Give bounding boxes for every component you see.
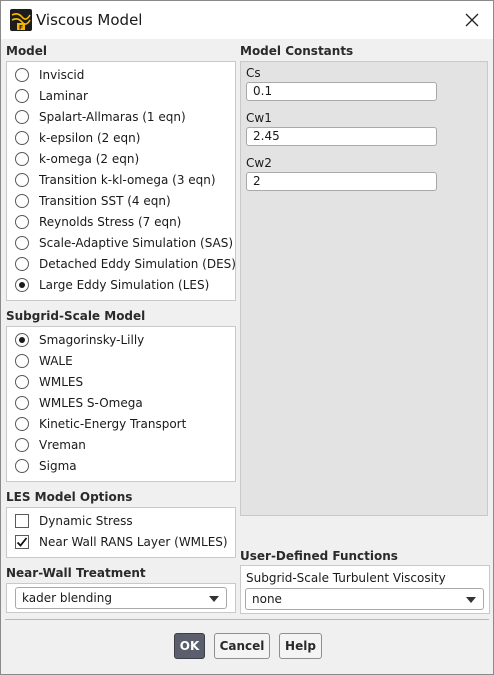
- subgrid-option-kinetic-energy-transport[interactable]: Kinetic-Energy Transport: [15, 414, 186, 434]
- close-button[interactable]: [456, 5, 488, 35]
- chevron-down-icon: [466, 597, 476, 603]
- model-option-laminar[interactable]: Laminar: [15, 86, 88, 106]
- option-label: Scale-Adaptive Simulation (SAS): [39, 236, 234, 250]
- radio-button-selected[interactable]: [15, 278, 29, 292]
- subgrid-option-vreman[interactable]: Vreman: [15, 435, 86, 455]
- model-option-sas[interactable]: Scale-Adaptive Simulation (SAS): [15, 233, 233, 253]
- chevron-down-icon: [209, 596, 219, 602]
- radio-button[interactable]: [15, 194, 29, 208]
- option-label: Reynolds Stress (7 eqn): [39, 215, 182, 229]
- checkmark-icon: [16, 537, 28, 547]
- model-option-les[interactable]: Large Eddy Simulation (LES): [15, 275, 209, 295]
- udf-group: Subgrid-Scale Turbulent Viscosity none: [240, 565, 490, 614]
- close-icon: [465, 13, 479, 27]
- radio-button[interactable]: [15, 173, 29, 187]
- near-wall-group: kader blending: [6, 583, 236, 613]
- option-label: WALE: [39, 354, 73, 368]
- model-option-spalart-allmaras[interactable]: Spalart-Allmaras (1 eqn): [15, 107, 186, 127]
- les-options-group: Dynamic Stress Near Wall RANS Layer (WML…: [6, 507, 236, 558]
- ok-button[interactable]: OK: [174, 633, 205, 659]
- radio-button[interactable]: [15, 89, 29, 103]
- radio-button[interactable]: [15, 215, 29, 229]
- option-label: WMLES S-Omega: [39, 396, 143, 410]
- radio-button[interactable]: [15, 417, 29, 431]
- model-group: Inviscid Laminar Spalart-Allmaras (1 eqn…: [6, 61, 236, 301]
- near-wall-rans-layer-option[interactable]: Near Wall RANS Layer (WMLES): [15, 532, 228, 552]
- subgrid-option-wmles-s-omega[interactable]: WMLES S-Omega: [15, 393, 143, 413]
- radio-button[interactable]: [15, 131, 29, 145]
- model-option-transition-k-kl-omega[interactable]: Transition k-kl-omega (3 eqn): [15, 170, 216, 190]
- subgrid-section-label: Subgrid-Scale Model: [6, 309, 146, 323]
- subgrid-option-smagorinsky-lilly[interactable]: Smagorinsky-Lilly: [15, 330, 144, 350]
- option-label: Kinetic-Energy Transport: [39, 417, 187, 431]
- cancel-button[interactable]: Cancel: [214, 633, 270, 659]
- model-constants-panel: Cs 0.1 Cw1 2.45 Cw2 2: [240, 61, 488, 516]
- radio-button[interactable]: [15, 438, 29, 452]
- subgrid-group: Smagorinsky-Lilly WALE WMLES WMLES S-Ome…: [6, 326, 236, 482]
- cw2-input[interactable]: 2: [246, 172, 437, 191]
- model-option-des[interactable]: Detached Eddy Simulation (DES): [15, 254, 236, 274]
- option-label: WMLES: [39, 375, 84, 389]
- radio-button[interactable]: [15, 459, 29, 473]
- viscous-model-dialog: F Viscous Model Model Inviscid Laminar S…: [0, 0, 494, 675]
- selected-value: kader blending: [22, 591, 112, 605]
- constant-name-cw2: Cw2: [246, 156, 272, 170]
- model-option-inviscid[interactable]: Inviscid: [15, 65, 84, 85]
- option-label: Vreman: [39, 438, 86, 452]
- model-option-k-epsilon[interactable]: k-epsilon (2 eqn): [15, 128, 140, 148]
- dynamic-stress-option[interactable]: Dynamic Stress: [15, 511, 133, 531]
- divider: [5, 619, 489, 620]
- option-label: Transition k-kl-omega (3 eqn): [39, 173, 216, 187]
- option-label: Smagorinsky-Lilly: [39, 333, 145, 347]
- udf-section-label: User-Defined Functions: [240, 549, 398, 563]
- checkbox-checked[interactable]: [15, 535, 29, 549]
- model-option-k-omega[interactable]: k-omega (2 eqn): [15, 149, 139, 169]
- model-option-transition-sst[interactable]: Transition SST (4 eqn): [15, 191, 171, 211]
- option-label: Sigma: [39, 459, 77, 473]
- radio-button[interactable]: [15, 236, 29, 250]
- help-button[interactable]: Help: [279, 633, 322, 659]
- model-section-label: Model: [6, 44, 48, 58]
- selected-value: none: [252, 592, 282, 606]
- radio-button[interactable]: [15, 152, 29, 166]
- app-icon: F: [10, 9, 32, 31]
- cs-input[interactable]: 0.1: [246, 82, 437, 101]
- model-option-reynolds-stress[interactable]: Reynolds Stress (7 eqn): [15, 212, 181, 232]
- option-label: Detached Eddy Simulation (DES): [39, 257, 236, 271]
- subgrid-option-wmles[interactable]: WMLES: [15, 372, 83, 392]
- constant-name-cs: Cs: [246, 66, 261, 80]
- radio-button[interactable]: [15, 257, 29, 271]
- udf-field-label: Subgrid-Scale Turbulent Viscosity: [246, 571, 446, 585]
- radio-button[interactable]: [15, 68, 29, 82]
- option-label: Transition SST (4 eqn): [39, 194, 171, 208]
- near-wall-treatment-select[interactable]: kader blending: [15, 587, 227, 609]
- option-label: Inviscid: [39, 68, 85, 82]
- option-label: k-omega (2 eqn): [39, 152, 140, 166]
- title-bar: F Viscous Model: [1, 1, 493, 39]
- option-label: Near Wall RANS Layer (WMLES): [39, 535, 228, 549]
- subgrid-option-wale[interactable]: WALE: [15, 351, 73, 371]
- subgrid-viscosity-udf-select[interactable]: none: [245, 588, 484, 610]
- radio-button[interactable]: [15, 354, 29, 368]
- constant-name-cw1: Cw1: [246, 111, 272, 125]
- option-label: Large Eddy Simulation (LES): [39, 278, 210, 292]
- option-label: Spalart-Allmaras (1 eqn): [39, 110, 186, 124]
- model-constants-section-label: Model Constants: [240, 44, 354, 58]
- near-wall-section-label: Near-Wall Treatment: [6, 566, 146, 580]
- radio-button[interactable]: [15, 375, 29, 389]
- svg-text:F: F: [19, 25, 23, 32]
- window-title: Viscous Model: [36, 11, 143, 29]
- les-options-section-label: LES Model Options: [6, 490, 133, 504]
- cw1-input[interactable]: 2.45: [246, 127, 437, 146]
- radio-button[interactable]: [15, 396, 29, 410]
- radio-button[interactable]: [15, 110, 29, 124]
- checkbox[interactable]: [15, 514, 29, 528]
- option-label: Laminar: [39, 89, 88, 103]
- subgrid-option-sigma[interactable]: Sigma: [15, 456, 77, 476]
- radio-button-selected[interactable]: [15, 333, 29, 347]
- option-label: k-epsilon (2 eqn): [39, 131, 141, 145]
- option-label: Dynamic Stress: [39, 514, 133, 528]
